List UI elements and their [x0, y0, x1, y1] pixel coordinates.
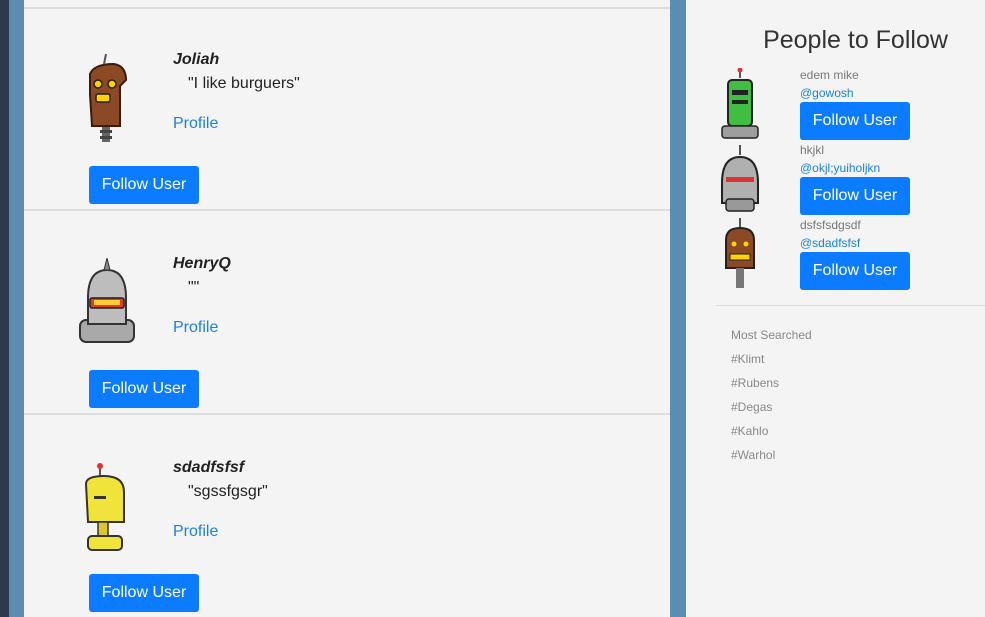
suggestion-name: hkjkl	[800, 143, 825, 157]
post-divider	[24, 209, 670, 211]
brown-robot-icon	[718, 218, 766, 290]
tag-link[interactable]: #Klimt	[731, 352, 812, 376]
column-divider	[670, 0, 686, 617]
profile-link[interactable]: Profile	[173, 523, 218, 541]
left-frame	[9, 0, 24, 617]
post-author[interactable]: sdadfsfsf	[173, 459, 244, 477]
suggestion-item: hkjkl @okjl;yuiholjkn Follow User	[718, 143, 978, 218]
most-searched-label: Most Searched	[731, 328, 812, 342]
follow-user-button[interactable]: Follow User	[800, 102, 910, 140]
suggestion-handle[interactable]: @gowosh	[800, 86, 854, 100]
profile-link[interactable]: Profile	[173, 319, 218, 337]
feed: Joliah "I like burguers" Profile Follow …	[24, 0, 670, 617]
sidebar-title: People to Follow	[763, 26, 948, 54]
tag-link[interactable]: #Degas	[731, 400, 812, 424]
post-author[interactable]: HenryQ	[173, 255, 231, 273]
follow-user-button[interactable]: Follow User	[89, 370, 199, 408]
window-edge	[0, 0, 9, 617]
suggestion-handle[interactable]: @okjl;yuiholjkn	[800, 161, 880, 175]
grey-robot-icon	[718, 143, 766, 215]
brown-robot-icon	[74, 53, 144, 146]
profile-link[interactable]: Profile	[173, 115, 218, 133]
most-searched: Most Searched #Klimt #Rubens #Degas #Kah…	[731, 328, 812, 472]
suggestion-item: dsfsfsdgsdf @sdadfsfsf Follow User	[718, 218, 978, 293]
post-quote: ""	[188, 279, 200, 296]
post-quote: "sgssfgsgr"	[188, 483, 268, 500]
post-card: Joliah "I like burguers" Profile Follow …	[24, 9, 670, 211]
post-card: HenryQ "" Profile Follow User	[24, 213, 670, 415]
tag-link[interactable]: #Kahlo	[731, 424, 812, 448]
suggestion-handle[interactable]: @sdadfsfsf	[800, 236, 860, 250]
post-author[interactable]: Joliah	[173, 51, 219, 69]
post-divider	[24, 413, 670, 415]
yellow-robot-icon	[74, 462, 144, 554]
post-card: sdadfsfsf "sgssfgsgr" Profile Follow Use…	[24, 417, 670, 617]
tag-link[interactable]: #Warhol	[731, 448, 812, 472]
tag-link[interactable]: #Rubens	[731, 376, 812, 400]
follow-user-button[interactable]: Follow User	[89, 166, 199, 204]
follow-user-button[interactable]: Follow User	[89, 574, 199, 612]
silver-robot-icon	[74, 257, 144, 350]
suggestion-name: dsfsfsdgsdf	[800, 218, 861, 232]
sidebar-divider	[716, 305, 985, 306]
suggestion-item: edem mike @gowosh Follow User	[718, 67, 978, 143]
green-robot-icon	[718, 67, 766, 140]
sidebar: People to Follow edem mike @gowosh Follo…	[686, 0, 985, 617]
post-quote: "I like burguers"	[188, 75, 300, 92]
follow-user-button[interactable]: Follow User	[800, 177, 910, 215]
follow-user-button[interactable]: Follow User	[800, 252, 910, 290]
suggestion-name: edem mike	[800, 68, 859, 82]
